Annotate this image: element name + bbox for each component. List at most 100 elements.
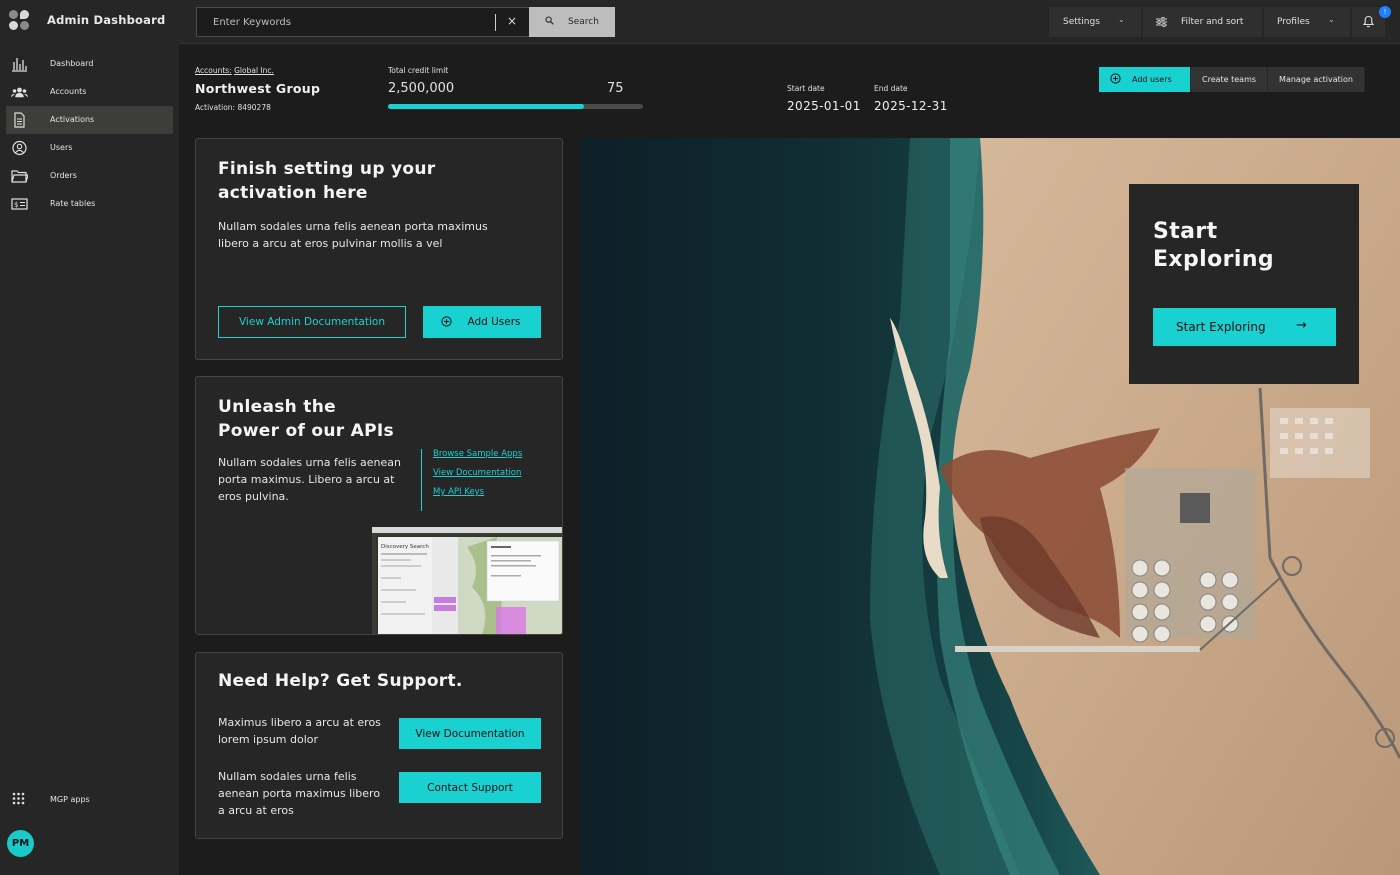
profiles-label: Profiles (1277, 17, 1310, 27)
api-title-line1: Unleash the (218, 397, 336, 417)
start-exploring-title: Start Exploring (1153, 218, 1274, 274)
app-title: Admin Dashboard (47, 13, 166, 27)
add-users-card-button[interactable]: Add Users (423, 306, 541, 338)
add-users-label: Add users (1132, 75, 1172, 84)
thumbnail-title: Discovery Search (381, 544, 429, 550)
folder-icon (11, 170, 28, 183)
start-exploring-label: Start Exploring (1176, 320, 1266, 334)
sidebar-item-dashboard[interactable]: Dashboard (6, 50, 173, 78)
app-grid-icon (12, 792, 25, 805)
price-tag-icon: $ (11, 198, 28, 210)
arrow-right-icon: → (1296, 318, 1307, 333)
activation-value: 8490278 (237, 103, 271, 112)
group-icon (11, 87, 28, 98)
setup-title-line1: Finish setting up your (218, 159, 436, 179)
start-date-label: Start date (787, 84, 825, 93)
search-input[interactable] (197, 8, 495, 36)
my-api-keys-link[interactable]: My API Keys (433, 487, 522, 497)
sidebar-item-accounts[interactable]: Accounts (6, 78, 173, 106)
plus-circle-icon (1110, 73, 1121, 84)
view-documentation-link[interactable]: View Documentation (433, 468, 522, 478)
create-teams-button[interactable]: Create teams (1191, 67, 1269, 92)
sidebar: Admin Dashboard Dashboard Accounts Activ… (0, 0, 179, 875)
search-button-label: Search (568, 17, 599, 27)
view-admin-docs-button[interactable]: View Admin Documentation (218, 306, 406, 338)
user-avatar[interactable]: PM (7, 830, 34, 857)
support-text-2: Nullam sodales urna felis aenean porta m… (218, 770, 381, 817)
search-divider (495, 14, 496, 31)
page-title: Northwest Group (195, 81, 321, 96)
manage-activation-button[interactable]: Manage activation (1268, 67, 1365, 92)
end-date-label: End date (874, 84, 908, 93)
user-circle-icon (12, 140, 27, 156)
credit-limit-value: 2,500,000 (388, 81, 455, 96)
settings-label: Settings (1063, 17, 1100, 27)
start-exploring-panel: Start Exploring Start Exploring → (1129, 184, 1359, 384)
start-exploring-button[interactable]: Start Exploring → (1153, 308, 1336, 346)
api-links: Browse Sample Apps View Documentation My… (421, 449, 522, 511)
api-card: Unleash the Power of our APIs Nullam sod… (195, 376, 563, 635)
activation-actions: Add users Create teams Manage activation (1099, 67, 1365, 92)
activation-id: Activation: 8490278 (195, 103, 271, 112)
credit-progress-bar (388, 104, 643, 109)
bell-icon (1363, 15, 1374, 28)
start-date-value: 2025-01-01 (787, 99, 861, 113)
setup-card: Finish setting up your activation here N… (195, 138, 563, 360)
search-icon (545, 16, 554, 25)
chevron-down-icon: ⌄ (1328, 15, 1335, 24)
browse-sample-apps-link[interactable]: Browse Sample Apps (433, 449, 522, 459)
api-card-body: Nullam sodales urna felis aenean porta m… (218, 456, 401, 503)
setup-card-body: Nullam sodales urna felis aenean porta m… (218, 220, 488, 250)
sidebar-item-label: Orders (50, 171, 77, 180)
setup-title-line2: activation here (218, 183, 368, 203)
sidebar-item-label: Users (50, 143, 73, 152)
setup-card-title: Finish setting up your activation here (218, 157, 435, 205)
add-users-card-label: Add Users (467, 316, 521, 328)
chevron-down-icon: ⌄ (1118, 15, 1125, 24)
add-users-button[interactable]: Add users (1099, 67, 1191, 92)
document-icon (14, 112, 25, 128)
credit-progress-fill (388, 104, 585, 109)
notification-badge: ! (1379, 6, 1391, 18)
explore-title-line2: Exploring (1153, 247, 1275, 272)
support-card: Need Help? Get Support. Maximus libero a… (195, 652, 563, 839)
settings-dropdown[interactable]: Settings ⌄ (1049, 7, 1142, 37)
filter-sort-button[interactable]: Filter and sort (1143, 7, 1263, 37)
breadcrumb-global-inc[interactable]: Global Inc. (234, 66, 274, 75)
sidebar-item-label: Activations (50, 115, 95, 124)
sidebar-item-rate-tables[interactable]: $ Rate tables (6, 190, 173, 218)
explore-title-line1: Start (1153, 219, 1218, 244)
sidebar-item-users[interactable]: Users (6, 134, 173, 162)
contact-support-button[interactable]: Contact Support (399, 772, 541, 803)
view-documentation-button[interactable]: View Documentation (399, 718, 541, 749)
end-date-value: 2025-12-31 (874, 99, 948, 113)
api-card-title: Unleash the Power of our APIs (218, 395, 394, 443)
top-bar: × Search Settings ⌄ Filter and sort Prof… (179, 0, 1400, 44)
filter-sort-label: Filter and sort (1181, 17, 1244, 27)
credit-limit-label: Total credit limit (388, 66, 449, 75)
sidebar-item-label: Dashboard (50, 59, 94, 68)
search-button[interactable]: Search (529, 7, 615, 37)
sidebar-nav: Dashboard Accounts Activations Users Ord… (0, 50, 179, 218)
breadcrumb: Accounts: Global Inc. (195, 66, 274, 75)
app-header: Admin Dashboard (0, 0, 179, 40)
search-box: × (196, 7, 529, 37)
breadcrumb-accounts[interactable]: Accounts: (195, 66, 232, 75)
app-screenshot-thumbnail: Discovery Search (372, 527, 562, 634)
profiles-dropdown[interactable]: Profiles ⌄ (1264, 7, 1351, 37)
plus-circle-icon (441, 316, 452, 327)
clear-search-icon[interactable]: × (507, 14, 517, 28)
sliders-icon (1156, 17, 1167, 27)
app-logo-icon (9, 10, 31, 30)
credit-percent: 75 (607, 81, 624, 96)
activation-label: Activation: (195, 103, 236, 112)
api-title-line2: Power of our APIs (218, 421, 394, 441)
sidebar-item-activations[interactable]: Activations (6, 106, 173, 134)
sidebar-item-orders[interactable]: Orders (6, 162, 173, 190)
sidebar-item-mgp-apps[interactable]: MGP apps (6, 785, 173, 813)
svg-text:$: $ (14, 201, 18, 209)
support-text-1: Maximus libero a arcu at eros lorem ipsu… (218, 716, 381, 746)
mgp-apps-label: MGP apps (50, 795, 90, 804)
sidebar-item-label: Accounts (50, 87, 87, 96)
support-card-title: Need Help? Get Support. (218, 671, 463, 691)
